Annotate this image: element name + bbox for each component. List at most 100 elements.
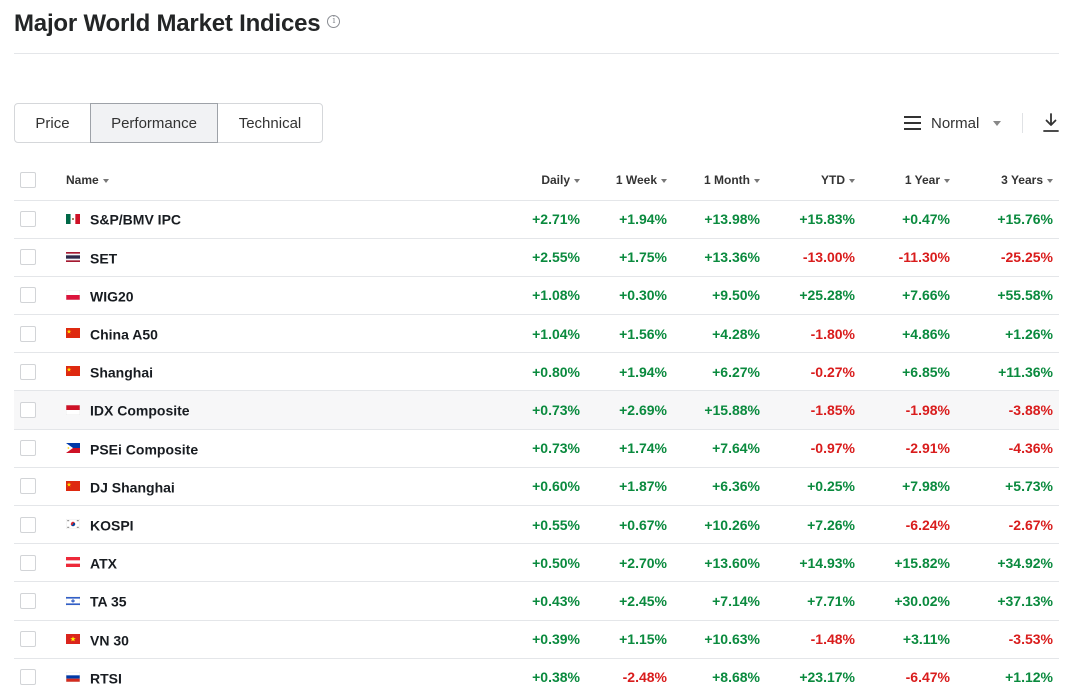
- sort-icon: [1047, 178, 1053, 183]
- table-row[interactable]: RTSI +0.38% -2.48% +8.68% +23.17% -6.47% +1.12…: [14, 658, 1059, 691]
- column-header-1-year[interactable]: 1 Year: [861, 160, 956, 201]
- table-row[interactable]: VN 30 +0.39% +1.15% +10.63% -1.48% +3.11% -3.5…: [14, 620, 1059, 659]
- 3-years-change-cell: +34.92%: [956, 543, 1059, 583]
- 3-years-change-cell: -2.67%: [956, 505, 1059, 545]
- row-checkbox[interactable]: [20, 592, 36, 609]
- ytd-change-cell: -1.48%: [766, 620, 861, 659]
- china-flag-icon: [66, 366, 80, 377]
- view-tabs: Price Performance Technical: [14, 103, 323, 143]
- 3-years-change-cell: -25.25%: [956, 238, 1059, 277]
- index-name-cell: DJ Shanghai: [60, 467, 406, 507]
- index-name-link[interactable]: PSEi Composite: [90, 441, 198, 457]
- index-name-link[interactable]: SET: [90, 250, 117, 266]
- 1-week-change-cell: +1.94%: [586, 352, 673, 392]
- index-name-link[interactable]: ATX: [90, 555, 117, 571]
- 1-week-change-cell: +0.67%: [586, 505, 673, 545]
- column-header-daily[interactable]: Daily: [406, 160, 586, 201]
- table-header-row: Name Daily 1 Week 1 Month YTD 1 Year 3 Y…: [14, 160, 1059, 201]
- 1-month-change-cell: +15.88%: [673, 390, 766, 430]
- row-checkbox[interactable]: [20, 516, 36, 533]
- table-row[interactable]: PSEi Composite +0.73% +1.74% +7.64% -0.97% -2…: [14, 429, 1059, 468]
- column-header-3-years[interactable]: 3 Years: [956, 160, 1059, 201]
- 1-year-change-cell: +7.98%: [861, 467, 956, 507]
- 1-year-change-cell: +4.86%: [861, 314, 956, 354]
- table-row[interactable]: China A50 +1.04% +1.56% +4.28% -1.80% +4.86% +…: [14, 314, 1059, 354]
- 1-month-change-cell: +4.28%: [673, 314, 766, 354]
- index-name-link[interactable]: DJ Shanghai: [90, 479, 175, 495]
- download-icon[interactable]: [1042, 113, 1060, 133]
- index-name-link[interactable]: VN 30: [90, 632, 129, 648]
- 1-month-change-cell: +6.36%: [673, 467, 766, 507]
- row-checkbox[interactable]: [20, 440, 36, 457]
- row-select-cell: [14, 620, 60, 659]
- row-select-cell: [14, 314, 60, 354]
- table-row[interactable]: ATX +0.50% +2.70% +13.60% +14.93% +15.82% +34.…: [14, 543, 1059, 583]
- 3-years-change-cell: +1.26%: [956, 314, 1059, 354]
- tab-price[interactable]: Price: [14, 103, 91, 143]
- page-header: Major World Market Indices i: [14, 8, 341, 40]
- 3-years-change-cell: +5.73%: [956, 467, 1059, 507]
- austria-flag-icon: [66, 557, 80, 568]
- 1-month-change-cell: +9.50%: [673, 276, 766, 316]
- row-checkbox[interactable]: [20, 363, 36, 380]
- row-select-cell: [14, 390, 60, 430]
- sort-icon: [102, 178, 109, 183]
- 3-years-change-cell: +11.36%: [956, 352, 1059, 392]
- info-icon[interactable]: i: [327, 14, 341, 28]
- thailand-flag-icon: [66, 251, 80, 262]
- israel-flag-icon: [66, 595, 80, 606]
- row-checkbox[interactable]: [20, 402, 36, 419]
- daily-change-cell: +2.71%: [406, 200, 586, 239]
- ytd-change-cell: +14.93%: [766, 543, 861, 583]
- index-name-link[interactable]: TA 35: [90, 594, 127, 610]
- daily-change-cell: +1.08%: [406, 276, 586, 316]
- table-row[interactable]: Shanghai +0.80% +1.94% +6.27% -0.27% +6.85% +1…: [14, 352, 1059, 392]
- index-name-cell: KOSPI: [60, 505, 406, 545]
- column-header-name[interactable]: Name: [60, 160, 406, 201]
- view-mode-dropdown[interactable]: Normal: [904, 111, 1002, 135]
- column-header-ytd[interactable]: YTD: [766, 160, 861, 201]
- table-row[interactable]: S&P/BMV IPC +2.71% +1.94% +13.98% +15.83% +0.…: [14, 200, 1059, 239]
- table-row[interactable]: IDX Composite +0.73% +2.69% +15.88% -1.85% -1…: [14, 390, 1059, 430]
- 3-years-change-cell: +15.76%: [956, 200, 1059, 239]
- index-name-link[interactable]: S&P/BMV IPC: [90, 212, 181, 228]
- tab-performance[interactable]: Performance: [90, 103, 218, 143]
- daily-change-cell: +0.55%: [406, 505, 586, 545]
- select-all-checkbox[interactable]: [20, 171, 36, 188]
- table-row[interactable]: DJ Shanghai +0.60% +1.87% +6.36% +0.25% +7.98…: [14, 467, 1059, 507]
- indonesia-flag-icon: [66, 404, 80, 415]
- 1-year-change-cell: +30.02%: [861, 581, 956, 621]
- mexico-flag-icon: [66, 213, 80, 224]
- index-name-link[interactable]: KOSPI: [90, 517, 134, 533]
- index-name-cell: S&P/BMV IPC: [60, 200, 406, 239]
- row-select-cell: [14, 352, 60, 392]
- index-name-cell: VN 30: [60, 620, 406, 659]
- index-name-link[interactable]: WIG20: [90, 288, 134, 304]
- row-checkbox[interactable]: [20, 325, 36, 342]
- row-checkbox[interactable]: [20, 631, 36, 648]
- table-row[interactable]: TA 35 +0.43% +2.45% +7.14% +7.71% +30.02% +37.…: [14, 581, 1059, 621]
- row-checkbox[interactable]: [20, 211, 36, 228]
- row-checkbox[interactable]: [20, 478, 36, 495]
- index-name-link[interactable]: IDX Composite: [90, 403, 190, 419]
- table-row[interactable]: WIG20 +1.08% +0.30% +9.50% +25.28% +7.66% +55.…: [14, 276, 1059, 316]
- row-select-cell: [14, 581, 60, 621]
- table-row[interactable]: KOSPI +0.55% +0.67% +10.26% +7.26% -6.24% -2.6…: [14, 505, 1059, 545]
- row-checkbox[interactable]: [20, 669, 36, 686]
- index-name-link[interactable]: RTSI: [90, 670, 122, 686]
- 1-week-change-cell: +1.15%: [586, 620, 673, 659]
- table-row[interactable]: SET +2.55% +1.75% +13.36% -13.00% -11.30% -25.…: [14, 238, 1059, 277]
- sort-icon: [661, 178, 667, 183]
- row-checkbox[interactable]: [20, 554, 36, 571]
- row-checkbox[interactable]: [20, 249, 36, 266]
- column-header-1-week[interactable]: 1 Week: [586, 160, 673, 201]
- tab-technical[interactable]: Technical: [217, 103, 323, 143]
- column-header-1-month[interactable]: 1 Month: [673, 160, 766, 201]
- row-checkbox[interactable]: [20, 287, 36, 304]
- index-name-link[interactable]: China A50: [90, 326, 158, 342]
- daily-change-cell: +0.60%: [406, 467, 586, 507]
- ytd-change-cell: +25.28%: [766, 276, 861, 316]
- header-divider: [14, 53, 1059, 54]
- sort-icon: [849, 178, 855, 183]
- index-name-link[interactable]: Shanghai: [90, 364, 153, 380]
